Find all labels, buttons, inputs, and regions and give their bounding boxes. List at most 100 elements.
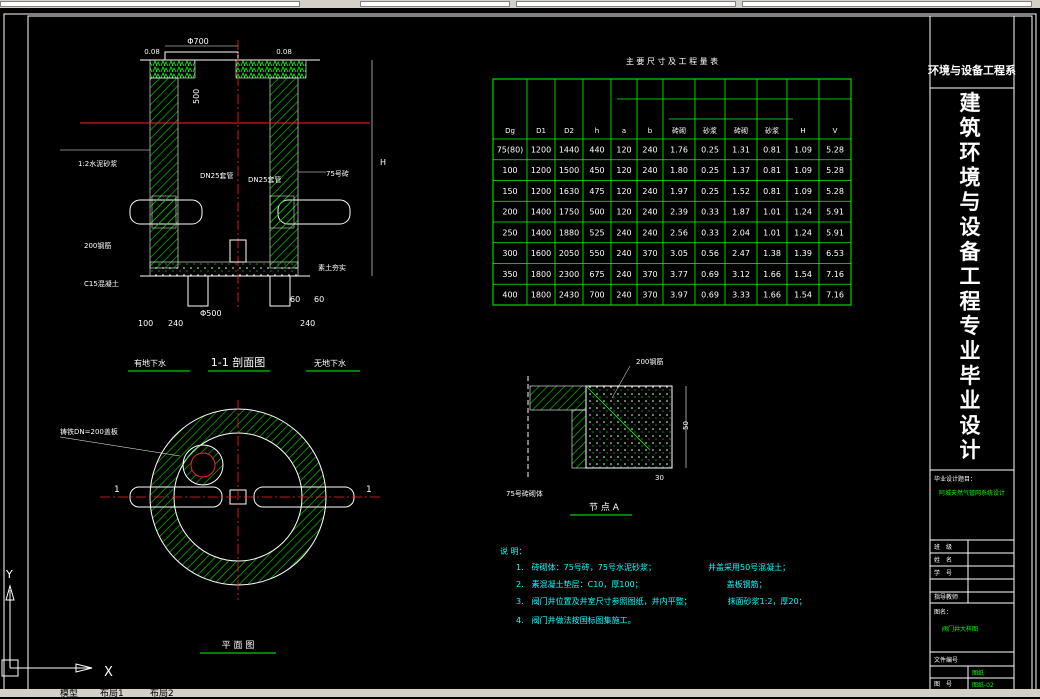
section-view: Φ700 0.08 0.08 500 240 100 Φ500 240 60 6… [60,37,386,372]
table-header-cell: D2 [564,127,574,135]
table-cell: 2430 [559,291,579,300]
label-sleeve-right: DN25套管 [248,175,282,184]
table-cell: 500 [589,208,604,217]
table-cell: 1.76 [670,145,688,154]
table-cell: 1.24 [794,228,812,237]
table-cell: 1400 [531,228,551,237]
table-header-cell: a [622,127,626,135]
table-cell: 1.38 [763,249,781,258]
table-cell: 2.04 [732,228,750,237]
table-cell: 5.91 [826,228,844,237]
table-cell: 2.47 [732,249,750,258]
drawing-value: 阀门井大样图 [942,625,978,633]
table-cell: 1.39 [794,249,812,258]
file-label: 文件编号 [934,656,958,664]
plan-note: 铸铁DN=200盖板 [60,427,118,436]
cad-drawing-canvas[interactable]: 环境与设备工程系 建筑环境与设备工程专业毕业设计 毕业设计题目： 阿城天然气管网… [0,0,1040,697]
dim-008-right: 0.08 [276,48,292,56]
row-class: 班 级 [934,543,952,551]
table-cell: 1.54 [794,270,812,279]
label-brick: 75号砖 [326,169,349,178]
table-cell: 1400 [531,208,551,217]
table-cell: 75(80) [497,145,524,154]
table-header-cell: D1 [536,127,546,135]
dim-100: 100 [138,319,153,328]
tab-layout2[interactable]: 布局2 [150,686,174,699]
table-cell: 1.66 [763,270,781,279]
table-cell: 3.97 [670,291,688,300]
table-cell: 0.25 [701,166,719,175]
row-id: 学 号 [934,569,952,577]
label-concrete: C15混凝土 [84,279,119,288]
label-soil: 素土夯实 [318,263,346,272]
table-cell: 250 [502,228,517,237]
table-header-cell: h [595,127,599,135]
page-label: 图 号 [934,681,952,688]
table-cell: 3.33 [732,291,750,300]
table-cell: 7.16 [826,291,844,300]
table-cell: 1.80 [670,166,688,175]
table-cell: 3.05 [670,249,688,258]
notes-title: 说 明： [500,546,527,556]
layout-tabs: 模型 布局1 布局2 [0,686,1040,699]
title-block: 环境与设备工程系 建筑环境与设备工程专业毕业设计 毕业设计题目： 阿城天然气管网… [928,16,1016,690]
table-cell: 1.87 [732,208,750,217]
table-cell: 240 [616,270,631,279]
detail-50: 50 [682,421,690,430]
table-cell: 1.09 [794,166,812,175]
table-cell: 1.54 [794,291,812,300]
tab-layout1[interactable]: 布局1 [100,686,124,699]
table-header-cell: H [800,127,805,135]
table-cell: 2.56 [670,228,688,237]
page-value-a: 图纸 [972,669,984,677]
table-cell: 7.16 [826,270,844,279]
table-cell: 120 [616,208,631,217]
table-header-cell: Dg [505,127,515,135]
table-header-cell: 砂浆 [765,126,779,135]
table-cell: 1750 [559,208,579,217]
detail-a: 200钢筋 50 30 75号砖砌体 节 点 A [506,357,690,516]
note-3: 3. 阀门井位置及井室尺寸参照图纸，井内平整； 抹面砂浆1:2，厚20； [516,596,807,606]
tab-model[interactable]: 模型 [60,686,78,699]
label-no-groundwater: 无地下水 [314,358,346,368]
table-cell: 0.69 [701,270,719,279]
table-cell: 5.28 [826,187,844,196]
table-cell: 0.25 [701,145,719,154]
note-2: 2. 素混凝土垫层：C10，厚100； 盖板钢筋； [516,579,767,589]
table-cell: 1.01 [763,228,781,237]
table-cell: 6.53 [826,249,844,258]
table-cell: 2.39 [670,208,688,217]
table-cell: 1.52 [732,187,750,196]
table-title: 主 要 尺 寸 及 工 程 量 表 [626,56,718,66]
project-value: 阿城天然气管网系统设计 [939,489,1005,497]
table-cell: 1800 [531,291,551,300]
dim-H: H [380,158,386,167]
table-cell: 0.81 [763,145,781,154]
table-cell: 550 [589,249,604,258]
page-value-b: 图纸-02 [972,681,994,689]
table-header-cell: 砖砌 [734,126,748,135]
table-cell: 350 [502,270,517,279]
table-cell: 1200 [531,166,551,175]
table-cell: 3.12 [732,270,750,279]
table-cell: 100 [502,166,517,175]
dim-500: 500 [192,89,201,104]
table-header-cell: b [648,127,653,135]
dim-60b: 60 [314,295,324,304]
table-cell: 450 [589,166,604,175]
label-mortar: 1:2水泥砂浆 [78,159,117,168]
table-cell: 1.01 [763,208,781,217]
ucs-x: X [104,665,113,680]
label-sleeve-left: DN25套管 [200,171,234,180]
table-cell: 150 [502,187,517,196]
table-cell: 120 [616,145,631,154]
dim-240-left: 240 [168,319,183,328]
table-cell: 1880 [559,228,579,237]
table-cell: 1600 [531,249,551,258]
plan-cut-left: 1 [114,485,120,495]
table-cell: 5.28 [826,166,844,175]
dim-008-left: 0.08 [144,48,160,56]
label-rebar: 200钢筋 [84,241,111,250]
table-cell: 1.24 [794,208,812,217]
table-cell: 0.81 [763,166,781,175]
